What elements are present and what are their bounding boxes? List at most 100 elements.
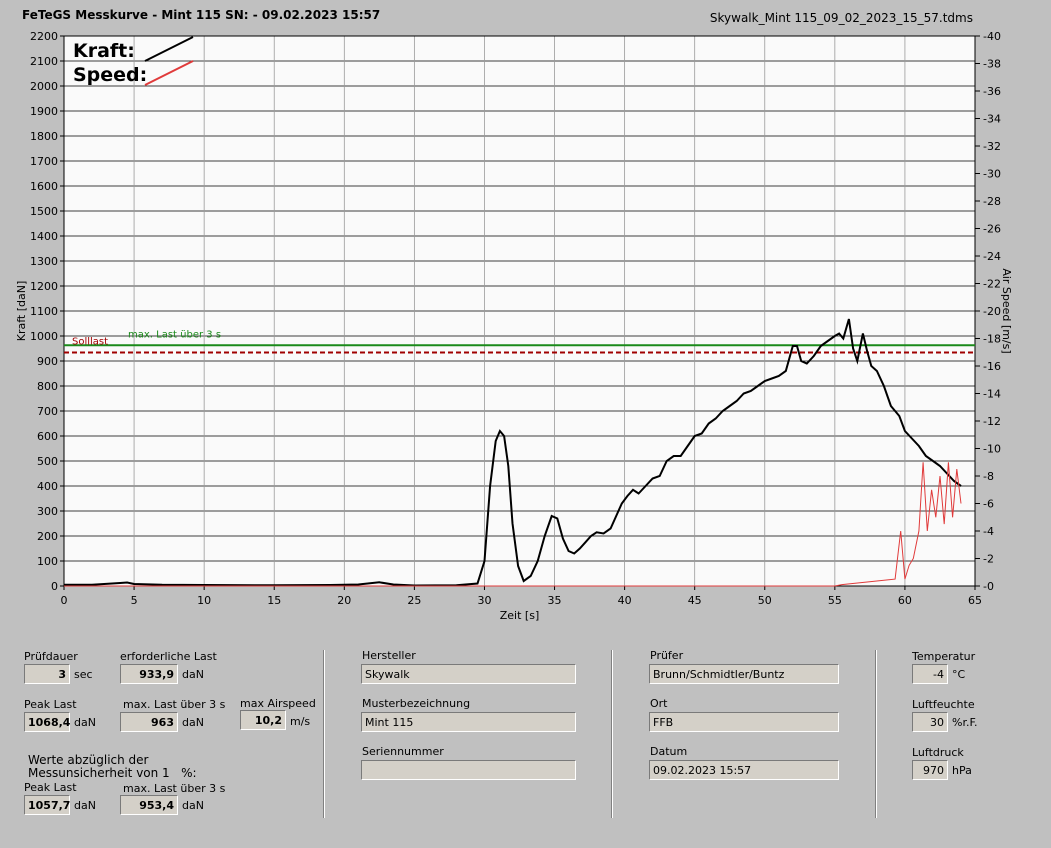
x-tick-label: 15 <box>267 594 281 607</box>
y-tick-label: 900 <box>37 355 58 368</box>
y-tick-label: 400 <box>37 480 58 493</box>
y-tick-label: 800 <box>37 380 58 393</box>
pruefer-field: Brunn/Schmidtler/Buntz <box>649 664 839 684</box>
temperatur-field: -4 <box>912 664 948 684</box>
y2-tick-label: -20 <box>983 305 1001 318</box>
y2-tick-label: -8 <box>983 470 994 483</box>
peak-last-adj-unit: daN <box>74 799 96 812</box>
legend-kraft-label: Kraft: <box>73 40 135 62</box>
erforderliche-last-label: erforderliche Last <box>120 650 217 663</box>
peak-last-field: 1068,4 <box>24 712 70 732</box>
x-tick-label: 10 <box>197 594 211 607</box>
y-tick-label: 1400 <box>30 230 58 243</box>
temperatur-label: Temperatur <box>912 650 976 663</box>
y2-tick-label: -28 <box>983 195 1001 208</box>
y2-tick-label: -4 <box>983 525 994 538</box>
seriennummer-field <box>361 760 576 780</box>
werte-note: Werte abzüglich der Messunsicherheit von… <box>28 753 197 780</box>
y-tick-label: 1600 <box>30 180 58 193</box>
y2-tick-label: -0 <box>983 580 994 593</box>
panel-separator <box>323 650 325 818</box>
x-tick-label: 35 <box>548 594 562 607</box>
max-last-line-label: max. Last über 3 s <box>128 329 221 340</box>
ort-label: Ort <box>650 697 668 710</box>
y-tick-label: 2000 <box>30 80 58 93</box>
peak-last-adj-label: Peak Last <box>24 781 77 794</box>
max-last-field: 963 <box>120 712 178 732</box>
y-tick-label: 2100 <box>30 55 58 68</box>
x-tick-label: 20 <box>337 594 351 607</box>
y2-tick-label: -38 <box>983 58 1001 71</box>
peak-last-adj-field: 1057,7 <box>24 795 70 815</box>
y2-tick-label: -2 <box>983 553 994 566</box>
solllast-line-label: Solllast <box>72 337 108 348</box>
y-tick-label: 0 <box>51 580 58 593</box>
x-tick-label: 60 <box>898 594 912 607</box>
y-tick-label: 500 <box>37 455 58 468</box>
y2-tick-label: -16 <box>983 360 1001 373</box>
y-tick-label: 1300 <box>30 255 58 268</box>
pruefdauer-label: Prüfdauer <box>24 650 78 663</box>
y2-tick-label: -18 <box>983 333 1001 346</box>
musterbezeichnung-label: Musterbezeichnung <box>362 697 471 710</box>
y-tick-label: 2200 <box>30 30 58 43</box>
y2-tick-label: -22 <box>983 278 1001 291</box>
max-last-unit: daN <box>182 716 204 729</box>
y2-tick-label: -12 <box>983 415 1001 428</box>
y-tick-label: 1500 <box>30 205 58 218</box>
y2-axis-label: Air Speed [m/s] <box>1000 268 1013 353</box>
y-tick-label: 200 <box>37 530 58 543</box>
y2-tick-label: -24 <box>983 250 1001 263</box>
datum-label: Datum <box>650 745 688 758</box>
y-tick-label: 1000 <box>30 330 58 343</box>
y2-tick-label: -26 <box>983 223 1001 236</box>
y-tick-label: 700 <box>37 405 58 418</box>
luftdruck-field: 970 <box>912 760 948 780</box>
erforderliche-last-field: 933,9 <box>120 664 178 684</box>
max-last-adj-field: 953,4 <box>120 795 178 815</box>
y2-tick-label: -14 <box>983 388 1001 401</box>
max-last-label: max. Last über 3 s <box>123 698 226 711</box>
panel-separator <box>611 650 613 818</box>
y2-tick-label: -10 <box>983 443 1001 456</box>
max-airspeed-field: 10,2 <box>240 710 286 730</box>
y-tick-label: 600 <box>37 430 58 443</box>
max-last-adj-unit: daN <box>182 799 204 812</box>
y-tick-label: 300 <box>37 505 58 518</box>
x-tick-label: 50 <box>758 594 772 607</box>
pruefdauer-field: 3 <box>24 664 70 684</box>
musterbezeichnung-field: Mint 115 <box>361 712 576 732</box>
y-tick-label: 1100 <box>30 305 58 318</box>
luftfeuchte-unit: %r.F. <box>952 716 978 729</box>
luftfeuchte-label: Luftfeuchte <box>912 698 975 711</box>
y-tick-label: 1900 <box>30 105 58 118</box>
x-tick-label: 30 <box>477 594 491 607</box>
hersteller-field: Skywalk <box>361 664 576 684</box>
x-tick-label: 40 <box>618 594 632 607</box>
x-tick-label: 65 <box>968 594 982 607</box>
y2-tick-label: -30 <box>983 168 1001 181</box>
x-tick-label: 5 <box>131 594 138 607</box>
y-tick-label: 100 <box>37 555 58 568</box>
luftdruck-label: Luftdruck <box>912 746 964 759</box>
max-airspeed-unit: m/s <box>290 715 311 728</box>
measurement-chart: 0100200300400500600700800900100011001200… <box>15 30 1013 622</box>
y2-tick-label: -40 <box>983 30 1001 43</box>
pruefer-label: Prüfer <box>650 649 684 662</box>
x-tick-label: 55 <box>828 594 842 607</box>
y2-tick-label: -6 <box>983 498 994 511</box>
peak-last-unit: daN <box>74 716 96 729</box>
legend-speed-label: Speed: <box>73 64 147 86</box>
max-last-adj-label: max. Last über 3 s <box>123 782 226 795</box>
seriennummer-label: Seriennummer <box>362 745 444 758</box>
x-tick-label: 0 <box>61 594 68 607</box>
x-tick-label: 45 <box>688 594 702 607</box>
y-tick-label: 1700 <box>30 155 58 168</box>
hersteller-label: Hersteller <box>362 649 416 662</box>
panel-separator <box>875 650 877 818</box>
luftdruck-unit: hPa <box>952 764 972 777</box>
ort-field: FFB <box>649 712 839 732</box>
luftfeuchte-field: 30 <box>912 712 948 732</box>
y2-tick-label: -34 <box>983 113 1001 126</box>
y-tick-label: 1200 <box>30 280 58 293</box>
